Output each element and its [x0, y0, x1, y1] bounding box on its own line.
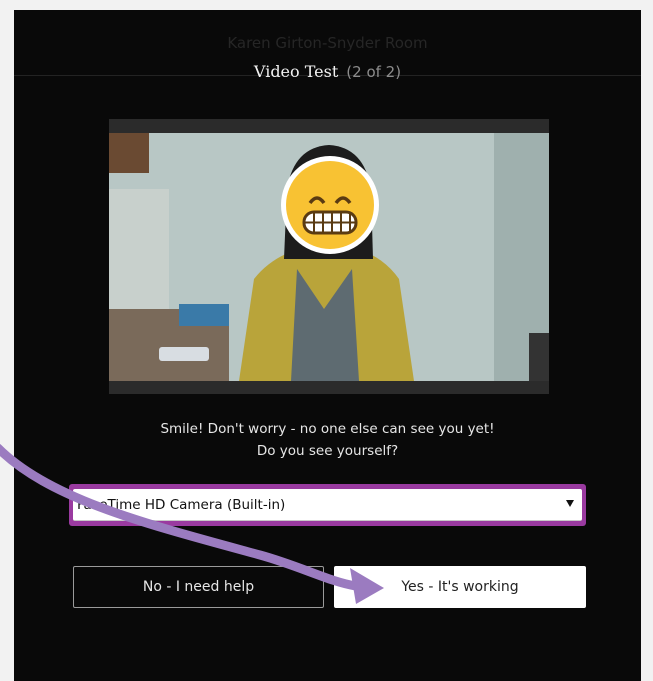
camera-select-value: FaceTime HD Camera (Built-in) [77, 497, 286, 513]
step-title: Video Test (2 of 2) [14, 62, 641, 81]
camera-select[interactable]: FaceTime HD Camera (Built-in) [73, 489, 582, 521]
grimacing-face-emoji [281, 156, 379, 254]
dropdown-arrow-icon [566, 500, 574, 507]
instruction-text: Smile! Don't worry - no one else can see… [14, 418, 641, 462]
camera-preview [109, 119, 549, 394]
instruction-line-2: Do you see yourself? [256, 443, 399, 459]
need-help-button[interactable]: No - I need help [73, 566, 324, 608]
step-counter: (2 of 2) [346, 63, 402, 81]
camera-select-focus-ring: FaceTime HD Camera (Built-in) [69, 484, 586, 526]
working-button[interactable]: Yes - It's working [334, 566, 586, 608]
room-title: Karen Girton-Snyder Room [227, 34, 428, 52]
instruction-line-1: Smile! Don't worry - no one else can see… [160, 421, 495, 437]
step-title-text: Video Test [253, 62, 339, 81]
